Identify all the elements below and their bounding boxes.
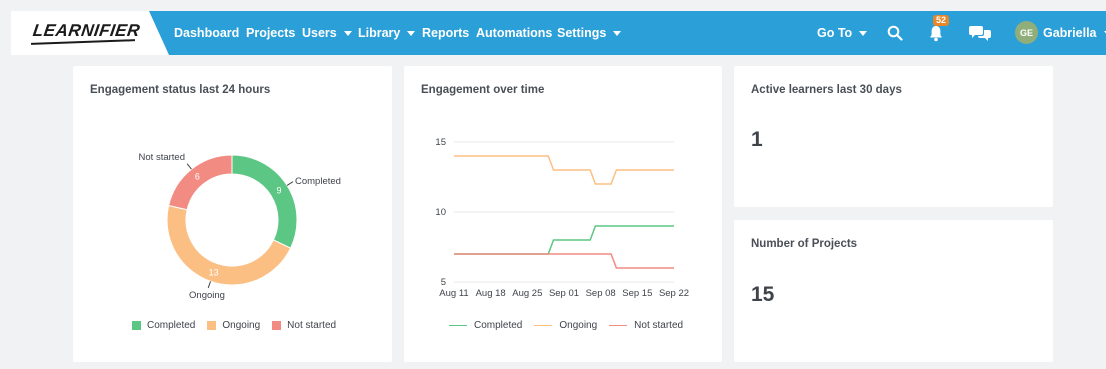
x-tick-label: Aug 25 [512, 288, 542, 299]
number-of-projects-value: 15 [751, 283, 775, 306]
engagement-over-time-card: Engagement over time 5 10 15 Aug 11 Aug 18 Au… [404, 66, 722, 362]
nav-projects[interactable]: Projects [246, 11, 295, 55]
donut-legend: Completed Ongoing Not started [132, 320, 348, 331]
leader-line-ongoing [207, 281, 212, 289]
x-tick-label: Aug 18 [476, 288, 506, 299]
line-chart: 5 10 15 Aug 11 Aug 18 Aug 25 Sep 01 Sep 08 Sep 1… [435, 137, 689, 299]
nav-users-label: Users [302, 26, 337, 40]
legend-label-completed: Completed [474, 320, 523, 331]
search-icon[interactable] [887, 25, 903, 41]
goto-menu[interactable]: Go To [817, 11, 868, 55]
top-nav-bar: LEARNIFIER Dashboard Projects Users Libr… [11, 11, 1106, 55]
legend-item-not-started[interactable]: Not started [272, 320, 336, 331]
nav-library[interactable]: Library [358, 11, 416, 55]
line-legend: Completed Ongoing Not started [449, 320, 695, 331]
nav-automations[interactable]: Automations [476, 11, 552, 55]
legend-line-completed [449, 324, 467, 327]
leader-line-not-started [186, 163, 192, 170]
legend-item-completed[interactable]: Completed [449, 320, 522, 331]
engagement-status-card: Engagement status last 24 hours 9 Complet… [73, 66, 392, 362]
legend-label-not-started: Not started [287, 320, 337, 331]
nav-reports[interactable]: Reports [422, 11, 469, 55]
x-tick-label: Sep 15 [622, 288, 652, 299]
legend-item-ongoing[interactable]: Ongoing [534, 320, 597, 331]
legend-line-ongoing [534, 324, 553, 327]
slice-value-not-started: 6 [195, 172, 200, 182]
slice-label-completed: Completed [295, 176, 341, 187]
nav-library-label: Library [358, 26, 401, 40]
nav-automations-label: Automations [476, 26, 553, 40]
avatar[interactable]: GE [1015, 21, 1038, 44]
logo-text: LEARNIFIER [31, 21, 142, 40]
user-menu[interactable]: Gabriella [1043, 11, 1106, 55]
legend-label-completed: Completed [147, 320, 196, 331]
donut-slice-ongoing [166, 204, 292, 286]
legend-label-not-started: Not started [634, 320, 684, 331]
legend-item-ongoing[interactable]: Ongoing [207, 320, 260, 331]
chevron-down-icon [343, 30, 352, 36]
leader-line-completed [286, 181, 294, 186]
x-tick-label: Sep 22 [659, 288, 689, 299]
nav-settings[interactable]: Settings [557, 11, 622, 55]
goto-label: Go To [817, 26, 853, 40]
slice-label-ongoing: Ongoing [189, 290, 225, 301]
slice-value-completed: 9 [276, 185, 281, 195]
chat-icon[interactable] [969, 24, 991, 42]
nav-dashboard-label: Dashboard [174, 26, 240, 40]
user-name: Gabriella [1043, 26, 1097, 40]
x-tick-label: Sep 08 [586, 288, 616, 299]
series-line-ongoing [454, 155, 674, 185]
slice-label-not-started: Not started [139, 152, 185, 163]
y-tick-label: 5 [441, 277, 446, 288]
legend-swatch-completed [132, 321, 141, 330]
chevron-down-icon [859, 30, 868, 36]
chevron-down-icon [613, 30, 622, 36]
legend-swatch-ongoing [207, 321, 217, 330]
nav-reports-label: Reports [422, 26, 470, 40]
donut-slice-completed [231, 154, 298, 249]
nav-users[interactable]: Users [302, 11, 352, 55]
active-learners-value: 1 [751, 128, 763, 151]
slice-value-ongoing: 13 [209, 267, 219, 277]
legend-label-ongoing: Ongoing [559, 320, 598, 331]
legend-line-not-started [609, 324, 628, 327]
series-line-completed [454, 225, 674, 255]
legend-item-not-started[interactable]: Not started [609, 320, 683, 331]
x-tick-label: Aug 11 [439, 288, 468, 299]
donut-chart: 9 Completed 13 Ongoing 6 Not started [139, 152, 341, 301]
legend-label-ongoing: Ongoing [222, 320, 261, 331]
nav-projects-label: Projects [246, 26, 296, 40]
nav-dashboard[interactable]: Dashboard [174, 11, 239, 55]
number-of-projects-card: Number of Projects 15 [734, 220, 1053, 362]
logo[interactable]: LEARNIFIER [11, 11, 169, 55]
y-tick-label: 10 [435, 207, 446, 218]
chevron-down-icon [407, 30, 416, 36]
number-of-projects-title: Number of Projects [751, 238, 858, 250]
bell-icon[interactable] [929, 25, 943, 42]
x-tick-label: Sep 01 [549, 288, 579, 299]
active-learners-title: Active learners last 30 days [751, 84, 902, 96]
active-learners-card: Active learners last 30 days 1 [734, 66, 1053, 207]
donut-slice-not-started [168, 154, 233, 211]
nav-settings-label: Settings [557, 26, 607, 40]
legend-item-completed[interactable]: Completed [132, 320, 195, 331]
y-tick-label: 15 [435, 137, 446, 148]
notification-badge: 52 [933, 15, 950, 26]
series-line-not-started [454, 253, 674, 269]
legend-swatch-not-started [272, 321, 282, 330]
